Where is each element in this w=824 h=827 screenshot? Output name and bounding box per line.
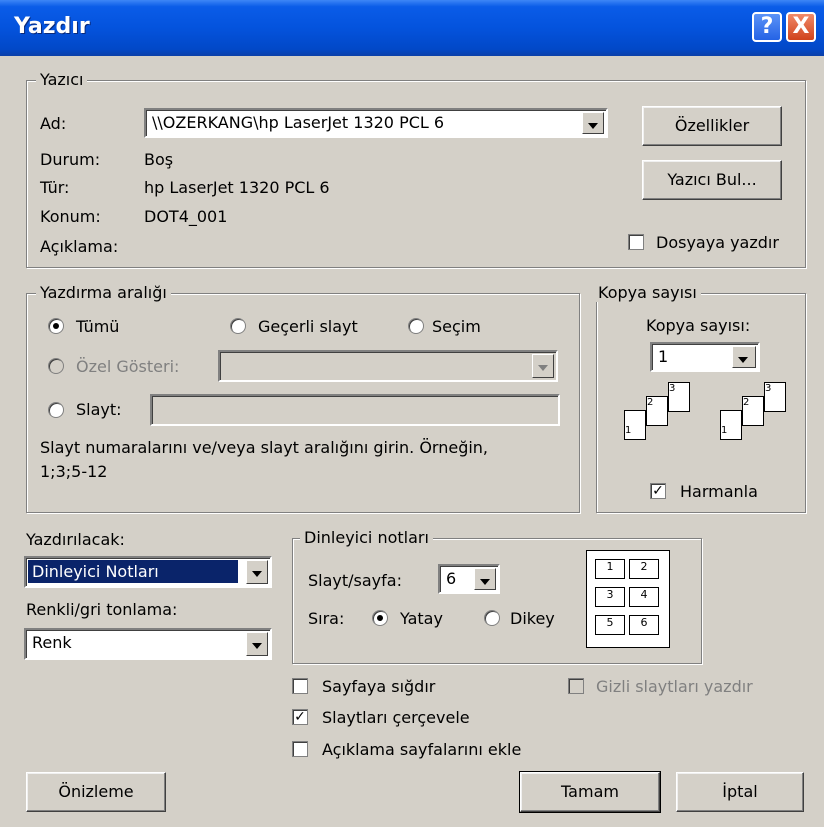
range-slides-radio[interactable] (48, 402, 64, 418)
collate-pages-icon: 3 2 1 (624, 380, 708, 456)
chevron-down-icon[interactable] (246, 632, 268, 656)
order-vertical-radio[interactable] (484, 610, 500, 626)
print-what-select[interactable]: Dinleyici Notları (24, 556, 272, 588)
close-button[interactable]: X (786, 12, 816, 42)
range-current-radio[interactable] (230, 318, 246, 334)
per-page-value: 6 (446, 569, 457, 588)
per-page-select[interactable]: 6 (438, 564, 500, 594)
handouts-legend: Dinleyici notları (300, 528, 433, 547)
range-all-label: Tümü (76, 317, 120, 336)
copies-stepper[interactable]: 1 (650, 342, 760, 372)
location-label: Konum: (40, 207, 101, 226)
range-slides-label: Slayt: (76, 400, 122, 419)
chevron-down-icon[interactable] (246, 560, 268, 584)
preview-slide: 5 (595, 615, 625, 635)
print-what-value: Dinleyici Notları (28, 560, 238, 583)
location-value: DOT4_001 (144, 207, 228, 226)
range-hint: Slayt numaralarını ve/veya slayt aralığı… (40, 438, 489, 457)
include-comments-checkbox[interactable] (292, 741, 308, 757)
printer-legend: Yazıcı (36, 70, 88, 89)
preview-slide: 1 (595, 559, 625, 579)
order-label: Sıra: (308, 609, 345, 628)
preview-button[interactable]: Önizleme (26, 772, 166, 812)
find-printer-button[interactable]: Yazıcı Bul... (642, 160, 782, 200)
fit-to-page-checkbox[interactable] (292, 678, 308, 694)
print-hidden-checkbox[interactable] (568, 678, 584, 694)
color-label: Renkli/gri tonlama: (26, 600, 178, 619)
range-all-radio[interactable] (48, 318, 64, 334)
printer-name-label: Ad: (40, 114, 67, 133)
collate-checkbox[interactable]: ✓ (650, 483, 666, 499)
fit-to-page-label: Sayfaya sığdır (322, 677, 436, 696)
copies-value: 1 (658, 347, 669, 366)
include-comments-label: Açıklama sayfalarını ekle (322, 740, 522, 759)
custom-show-select[interactable] (218, 350, 558, 382)
cancel-button[interactable]: İptal (676, 772, 804, 812)
title-bar: Yazdır ? X (0, 0, 824, 56)
printer-name-value: \\OZERKANG\hp LaserJet 1320 PCL 6 (152, 113, 445, 132)
preview-slide: 2 (629, 559, 659, 579)
print-to-file-checkbox[interactable] (628, 234, 644, 250)
preview-slide: 6 (629, 615, 659, 635)
chevron-down-icon[interactable] (474, 568, 496, 590)
help-button[interactable]: ? (752, 12, 782, 42)
color-select[interactable]: Renk (24, 628, 272, 660)
preview-slide: 4 (629, 587, 659, 607)
collate-label: Harmanla (680, 482, 758, 501)
chevron-down-icon[interactable] (582, 112, 604, 134)
range-current-label: Geçerli slayt (258, 317, 358, 336)
collate-pages-icon-2: 3 2 1 (720, 380, 804, 456)
range-custom-label: Özel Gösteri: (76, 357, 180, 376)
range-custom-radio[interactable] (48, 358, 64, 374)
print-hidden-label: Gizli slaytları yazdır (596, 677, 753, 696)
type-label: Tür: (40, 178, 70, 197)
per-page-label: Slayt/sayfa: (308, 571, 402, 590)
frame-slides-label: Slaytları çerçevele (322, 708, 470, 727)
chevron-down-icon[interactable] (532, 354, 554, 378)
copies-label: Kopya sayısı: (646, 316, 751, 335)
status-value: Boş (144, 150, 174, 169)
print-what-label: Yazdırılacak: (26, 530, 125, 549)
type-value: hp LaserJet 1320 PCL 6 (144, 178, 330, 197)
order-horizontal-label: Yatay (400, 609, 443, 628)
print-range-legend: Yazdırma aralığı (36, 283, 171, 302)
preview-slide: 3 (595, 587, 625, 607)
spin-icon[interactable] (732, 346, 756, 368)
printer-name-select[interactable]: \\OZERKANG\hp LaserJet 1320 PCL 6 (144, 108, 608, 138)
print-to-file-label: Dosyaya yazdır (656, 233, 779, 252)
range-selection-label: Seçim (432, 317, 481, 336)
copies-legend: Kopya sayısı (594, 283, 701, 302)
order-horizontal-radio[interactable] (372, 610, 388, 626)
color-value: Renk (32, 633, 72, 652)
frame-slides-checkbox[interactable]: ✓ (292, 709, 308, 725)
range-selection-radio[interactable] (408, 318, 424, 334)
window-title: Yazdır (14, 14, 90, 39)
properties-button[interactable]: Özellikler (642, 106, 782, 146)
handout-layout-preview: 1 2 3 4 5 6 (586, 550, 670, 648)
slides-input[interactable] (150, 394, 560, 426)
comment-label: Açıklama: (40, 237, 119, 256)
order-vertical-label: Dikey (510, 609, 555, 628)
status-label: Durum: (40, 150, 101, 169)
range-hint-example: 1;3;5-12 (40, 462, 108, 481)
ok-button[interactable]: Tamam (519, 771, 661, 813)
